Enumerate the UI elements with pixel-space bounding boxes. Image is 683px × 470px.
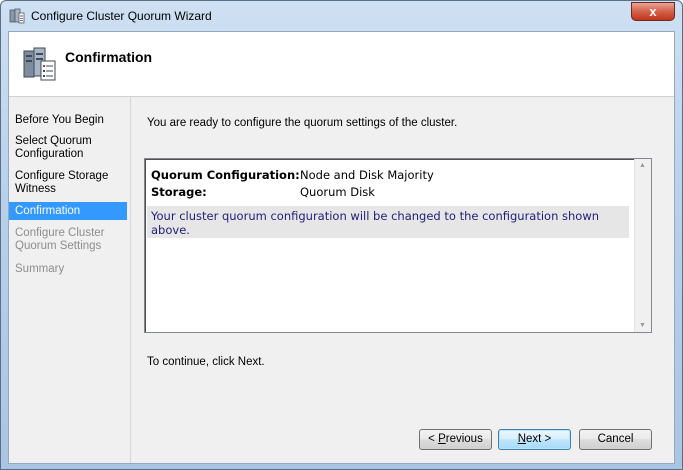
window-title: Configure Cluster Quorum Wizard (31, 9, 212, 23)
summary-key: Storage: (151, 185, 207, 199)
nav-step-confirmation[interactable]: Confirmation (9, 202, 127, 220)
nav-step-configure-storage-witness[interactable]: Configure Storage Witness (9, 170, 127, 196)
next-button-mnemonic: N (517, 433, 527, 445)
cancel-button[interactable]: Cancel (579, 429, 652, 450)
next-button-rest: ext > (526, 433, 552, 445)
previous-button[interactable]: < Previous (419, 429, 492, 450)
wizard-header: Confirmation (9, 32, 674, 97)
wizard-steps-nav: Before You Begin Select Quorum Configura… (9, 97, 131, 463)
nav-step-select-quorum-configuration[interactable]: Select Quorum Configuration (9, 135, 127, 161)
title-bar[interactable]: Configure Cluster Quorum Wizard x (1, 1, 682, 31)
summary-note: Your cluster quorum configuration will b… (147, 206, 629, 238)
previous-button-prefix: < (428, 433, 439, 445)
close-icon: x (649, 4, 657, 19)
cluster-wizard-icon (23, 47, 56, 81)
next-button[interactable]: Next > (498, 429, 571, 450)
wizard-content: You are ready to configure the quorum se… (131, 97, 674, 463)
page-title: Confirmation (65, 49, 153, 65)
summary-key: Quorum Configuration: (151, 168, 300, 182)
continue-instruction: To continue, click Next. (147, 356, 265, 368)
scroll-down-arrow-icon[interactable]: ▼ (639, 322, 646, 329)
wizard-window: Configure Cluster Quorum Wizard x Confir… (0, 0, 683, 470)
summary-value: Quorum Disk (300, 185, 375, 199)
nav-step-summary: Summary (15, 263, 65, 275)
confirmation-summary-box[interactable]: Quorum Configuration: Node and Disk Majo… (144, 158, 652, 333)
vertical-scrollbar[interactable]: ▲ ▼ (634, 159, 651, 332)
summary-value: Node and Disk Majority (300, 168, 434, 182)
previous-button-rest: revious (445, 433, 483, 445)
nav-step-configure-cluster-quorum-settings: Configure Cluster Quorum Settings (15, 227, 105, 252)
nav-step-before-you-begin[interactable]: Before You Begin (9, 114, 127, 127)
cluster-icon (9, 8, 25, 24)
close-button[interactable]: x (631, 2, 675, 21)
scroll-up-arrow-icon[interactable]: ▲ (639, 162, 646, 169)
intro-text: You are ready to configure the quorum se… (147, 117, 458, 129)
previous-button-mnemonic: P (438, 433, 446, 445)
wizard-client-area: Confirmation Before You Begin Select Quo… (8, 31, 675, 464)
